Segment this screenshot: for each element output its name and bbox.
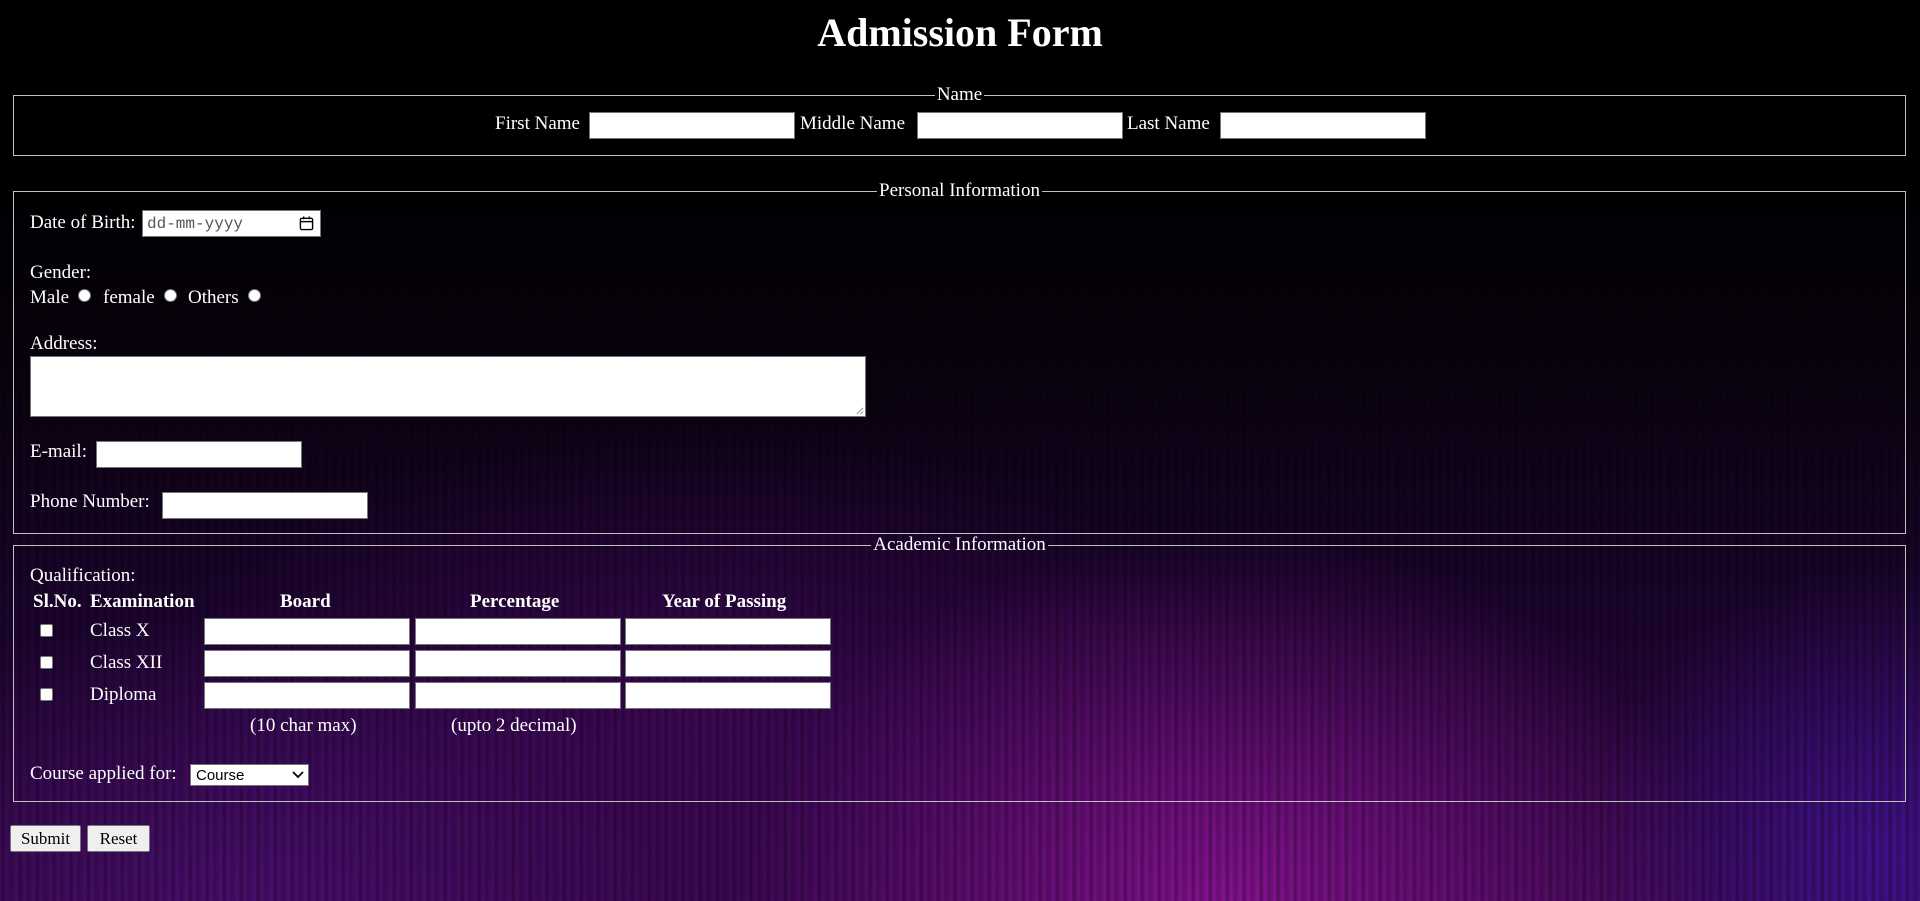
percentage-input[interactable]: [415, 650, 621, 677]
gender-others-label: Others: [188, 287, 239, 308]
exam-name: Diploma: [90, 684, 157, 705]
year-input[interactable]: [625, 682, 831, 709]
gender-label: Gender:: [30, 262, 92, 283]
first-name-label: First Name: [495, 113, 580, 134]
email-input[interactable]: [96, 441, 302, 468]
year-input[interactable]: [625, 650, 831, 677]
dob-input[interactable]: dd-mm-yyyy: [142, 210, 321, 237]
email-label: E-mail:: [30, 441, 87, 462]
phone-input[interactable]: [162, 492, 368, 519]
board-input[interactable]: [204, 682, 410, 709]
header-slno: Sl.No.: [33, 591, 82, 612]
gender-male-radio[interactable]: [78, 289, 91, 302]
last-name-input[interactable]: [1220, 112, 1426, 139]
last-name-label: Last Name: [1127, 113, 1210, 134]
gender-female-label: female: [103, 287, 155, 308]
address-label: Address:: [30, 333, 98, 354]
gender-others-radio[interactable]: [248, 289, 261, 302]
gender-male-label: Male: [30, 287, 70, 308]
phone-label: Phone Number:: [30, 491, 150, 512]
qualification-label: Qualification:: [30, 565, 136, 586]
reset-button[interactable]: Reset: [87, 825, 150, 852]
board-input[interactable]: [204, 650, 410, 677]
year-input[interactable]: [625, 618, 831, 645]
course-select[interactable]: Course: [190, 764, 309, 786]
name-legend-row: Name: [14, 85, 1905, 105]
first-name-input[interactable]: [589, 112, 795, 139]
header-year: Year of Passing: [662, 591, 787, 612]
academic-legend-row: Academic Information: [14, 534, 1906, 555]
percentage-hint: (upto 2 decimal): [451, 715, 577, 736]
row-checkbox-class-xii[interactable]: [40, 656, 53, 669]
name-legend: Name: [936, 84, 983, 105]
course-selected-value: Course: [196, 767, 245, 784]
course-label: Course applied for:: [30, 763, 177, 784]
calendar-icon[interactable]: [299, 216, 314, 231]
gender-female-radio[interactable]: [164, 289, 177, 302]
name-fieldset: Name First Name Middle Name Last Name: [13, 85, 1906, 156]
exam-name: Class X: [90, 620, 150, 641]
percentage-input[interactable]: [415, 618, 621, 645]
middle-name-input[interactable]: [917, 112, 1123, 139]
board-input[interactable]: [204, 618, 410, 645]
header-board: Board: [280, 591, 331, 612]
row-checkbox-class-x[interactable]: [40, 624, 53, 637]
dob-placeholder: dd-mm-yyyy: [147, 215, 244, 233]
academic-fieldset: Academic Information Qualification: Sl.N…: [13, 535, 1906, 802]
chevron-down-icon: [292, 771, 304, 779]
page-title: Admission Form: [817, 10, 1103, 55]
exam-name: Class XII: [90, 652, 163, 673]
dob-label: Date of Birth:: [30, 212, 136, 233]
row-checkbox-diploma[interactable]: [40, 688, 53, 701]
academic-legend: Academic Information: [873, 534, 1046, 555]
personal-fieldset: Personal Information Date of Birth: dd-m…: [13, 181, 1906, 534]
board-hint: (10 char max): [250, 715, 357, 736]
percentage-input[interactable]: [415, 682, 621, 709]
personal-legend-row: Personal Information: [14, 181, 1905, 201]
header-percentage: Percentage: [470, 591, 560, 612]
personal-legend: Personal Information: [879, 180, 1040, 201]
address-textarea[interactable]: [30, 356, 866, 417]
resize-handle-icon[interactable]: [855, 406, 864, 415]
header-examination: Examination: [90, 591, 195, 612]
middle-name-label: Middle Name: [800, 113, 906, 134]
submit-button[interactable]: Submit: [10, 825, 81, 852]
